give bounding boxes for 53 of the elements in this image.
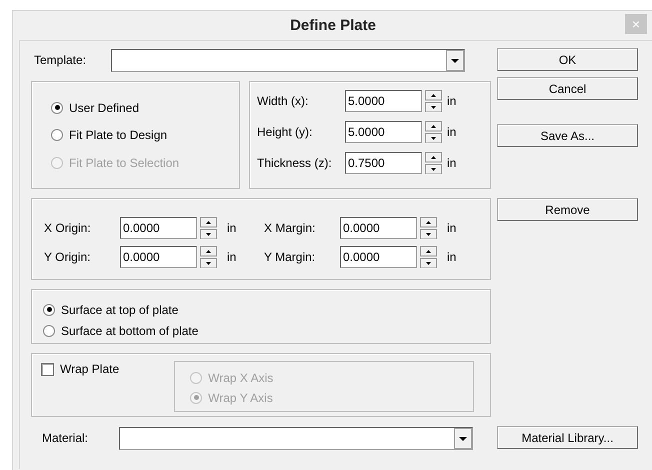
radio-label: User Defined bbox=[69, 100, 140, 114]
caret-icon bbox=[446, 50, 464, 70]
radio-label: Wrap Y Axis bbox=[208, 390, 273, 404]
window-title: Define Plate bbox=[290, 17, 376, 34]
unit-label: in bbox=[227, 221, 236, 235]
radio-button[interactable] bbox=[43, 304, 55, 316]
radio-label: Surface at bottom of plate bbox=[61, 324, 198, 338]
field-label: Y Margin: bbox=[264, 250, 316, 264]
field-label: X Origin: bbox=[44, 221, 92, 235]
radio-label: Fit Plate to Selection bbox=[69, 156, 180, 170]
field-label: Thickness (z): bbox=[257, 156, 333, 170]
ok-button[interactable]: OK bbox=[497, 48, 638, 71]
unit-label: in bbox=[447, 94, 456, 108]
spin-buttons[interactable] bbox=[420, 246, 437, 268]
radio-button[interactable] bbox=[43, 324, 55, 336]
spin-buttons[interactable] bbox=[200, 217, 217, 239]
radio-label: Fit Plate to Design bbox=[69, 128, 168, 142]
field-label: Material: bbox=[41, 431, 90, 445]
checkbox[interactable] bbox=[41, 362, 54, 376]
spin-buttons[interactable] bbox=[425, 121, 442, 143]
radio-button[interactable] bbox=[51, 128, 63, 140]
spin-buttons[interactable] bbox=[420, 217, 437, 239]
caret-icon bbox=[454, 428, 472, 448]
unit-label: in bbox=[447, 250, 456, 264]
number-field[interactable]: 0.0000 bbox=[340, 246, 417, 268]
unit-label: in bbox=[227, 250, 236, 264]
save-as-button[interactable]: Save As... bbox=[497, 124, 638, 147]
field-label: Width (x): bbox=[257, 94, 310, 108]
number-field[interactable]: 0.0000 bbox=[340, 217, 417, 239]
unit-label: in bbox=[447, 125, 456, 139]
number-field[interactable]: 0.0000 bbox=[120, 246, 197, 268]
number-field[interactable]: 0.0000 bbox=[120, 217, 197, 239]
unit-label: in bbox=[447, 156, 456, 170]
cancel-button[interactable]: Cancel bbox=[497, 77, 638, 100]
number-field[interactable]: 5.0000 bbox=[345, 121, 422, 143]
radio-label: Wrap X Axis bbox=[208, 371, 274, 385]
number-field[interactable]: 0.7500 bbox=[345, 152, 422, 174]
field-label: Template: bbox=[33, 53, 88, 67]
field-label: X Margin: bbox=[264, 221, 316, 235]
number-field[interactable]: 5.0000 bbox=[345, 90, 422, 112]
radio-button[interactable] bbox=[51, 102, 63, 114]
spin-buttons[interactable] bbox=[200, 246, 217, 268]
radio-label: Surface at top of plate bbox=[61, 302, 178, 316]
spin-buttons[interactable] bbox=[425, 90, 442, 112]
checkbox-label: Wrap Plate bbox=[60, 362, 120, 376]
field-label: Height (y): bbox=[257, 125, 314, 139]
material-library-button[interactable]: Material Library... bbox=[497, 426, 638, 449]
remove-button[interactable]: Remove bbox=[497, 198, 638, 221]
dropdown-field[interactable] bbox=[111, 48, 465, 72]
dropdown-field[interactable] bbox=[119, 426, 473, 450]
field-label: Y Origin: bbox=[44, 250, 92, 264]
spin-buttons[interactable] bbox=[425, 152, 442, 174]
unit-label: in bbox=[447, 221, 456, 235]
